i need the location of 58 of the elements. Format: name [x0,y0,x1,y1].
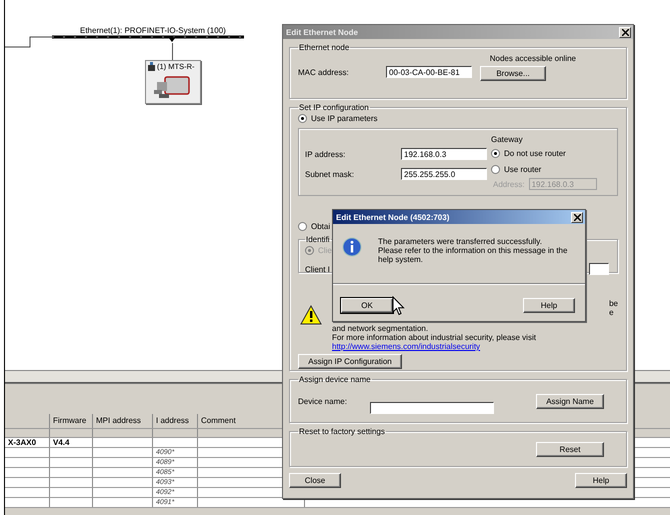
radio-label: Clie [318,246,332,255]
sensor-drawing [153,74,193,100]
field-label: MAC address: [298,68,350,76]
security-link[interactable]: http://www.siemens.com/industrialsecurity [332,342,480,351]
subnet-mask-field[interactable]: 255.255.255.0 [401,168,487,180]
device-icon [147,62,156,71]
field-label: Subnet mask: [305,170,355,178]
warning-text: be [609,299,618,308]
group-title: Assign device name [298,375,372,384]
cursor-icon [392,296,405,316]
online-label: Nodes accessible online [488,54,577,63]
close-button[interactable]: Close [289,473,341,488]
ok-button[interactable]: OK [341,298,393,313]
group-title: Reset to factory settings [298,427,386,436]
assign-name-button[interactable]: Assign Name [536,394,604,408]
group-title: Identifi [305,235,331,244]
message-text: The parameters were transferred successfully. [378,237,543,246]
help-button[interactable]: Help [523,298,575,313]
field-label: Device name: [298,396,348,406]
radio-button[interactable] [298,114,307,123]
table-cell: X-3AX0 [8,438,36,447]
close-icon[interactable] [571,212,583,222]
column-header[interactable]: Firmware [50,414,93,428]
warning-text: e [609,308,615,317]
warning-icon [300,305,322,325]
group-title: Set IP configuration [298,103,370,112]
field-label: IP address: [305,150,346,158]
table-cell: V4.4 [53,438,70,447]
reset-button[interactable]: Reset [536,442,604,457]
message-text: Please refer to the information on this message in the help system. [378,246,568,264]
radio-label: Use IP parameters [311,114,378,123]
field-label: Address: [493,180,525,188]
radio-button[interactable] [298,222,307,231]
warning-text: For more information about industrial security, please visit [332,333,536,342]
group-title: Ethernet node [298,43,350,52]
connector-line [172,43,173,61]
window-title: Edit Ethernet Node [286,28,358,36]
device-name-field[interactable] [370,402,494,414]
client-id-field[interactable] [589,263,609,275]
radio-label: Use router [504,164,542,174]
bus-label: Ethernet(1): PROFINET-IO-System (100) [80,26,226,35]
ip-address-field[interactable]: 192.168.0.3 [401,148,487,160]
assign-ip-button[interactable]: Assign IP Configuration [298,354,402,369]
warning-text: and network segmentation. [332,324,430,333]
column-header[interactable]: MPI address [93,414,153,428]
radio-button[interactable] [491,148,500,158]
radio-label: Do not use router [504,148,566,158]
gateway-label: Gateway [491,135,524,145]
help-button[interactable]: Help [575,473,627,488]
radio-label: Obtai [311,222,330,231]
column-header[interactable]: I address [153,414,198,428]
radio-button[interactable] [491,164,500,174]
window-title: Edit Ethernet Node (4502:703) [336,212,450,222]
field-label: Client I [305,264,330,274]
mac-address-field[interactable]: 00-03-CA-00-BE-81 [386,66,472,78]
info-icon [342,237,362,257]
radio-button[interactable] [305,246,314,255]
browse-button[interactable]: Browse... [480,66,546,81]
